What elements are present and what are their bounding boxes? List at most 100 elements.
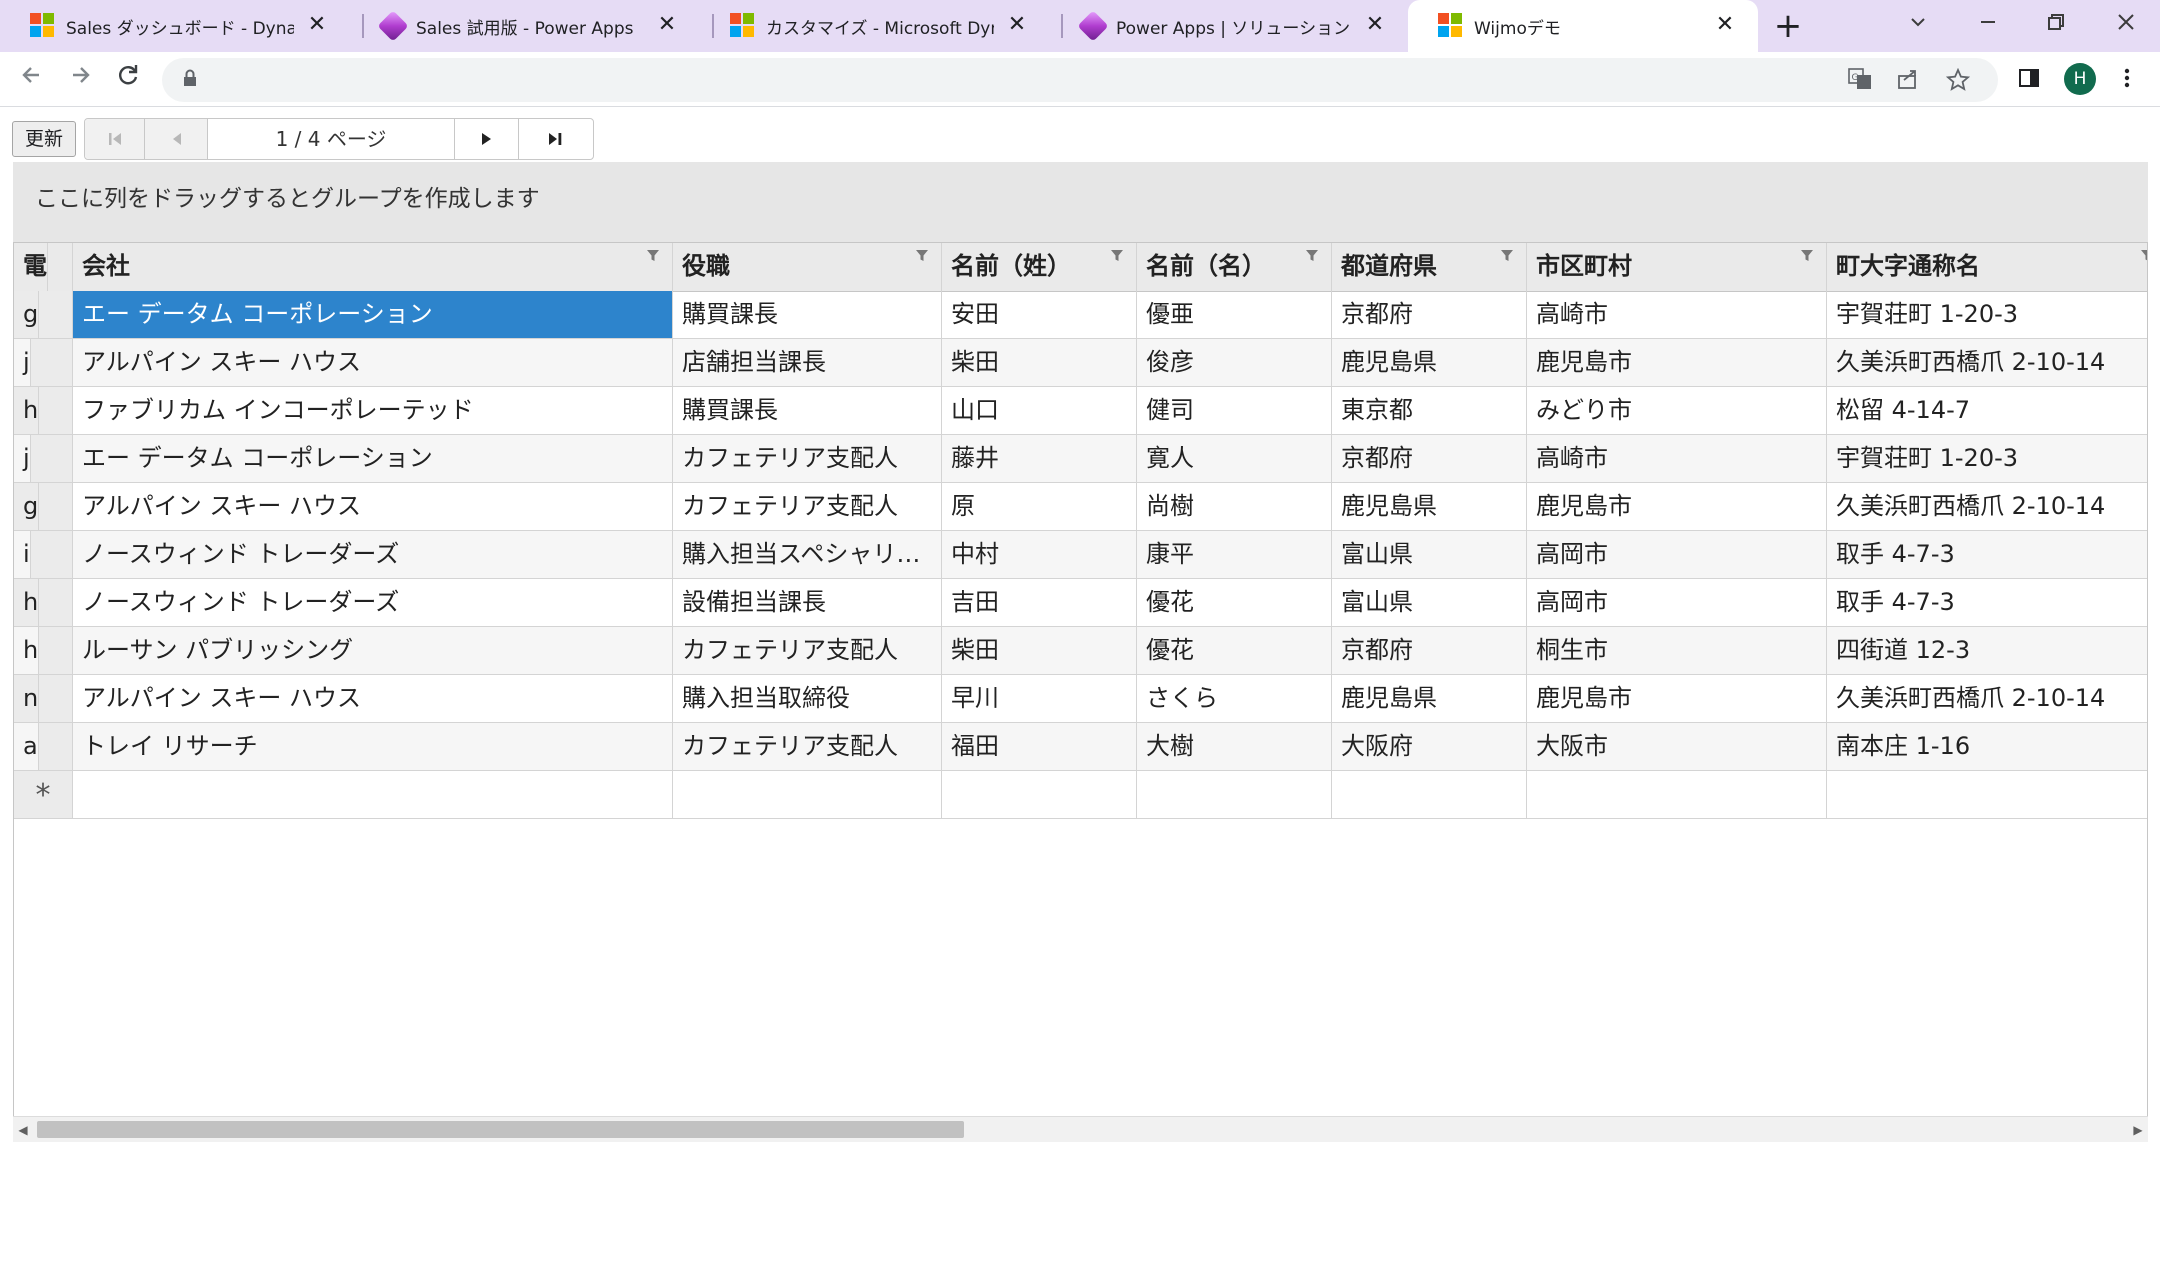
filter-icon[interactable] — [1500, 249, 1514, 263]
column-header[interactable]: 電 — [14, 243, 48, 291]
grid-cell[interactable]: 久美浜町西橋爪 2-10-14 — [1827, 339, 2147, 387]
close-window-icon[interactable] — [2106, 6, 2146, 46]
grid-cell[interactable]: 鹿児島県 — [1332, 483, 1527, 531]
grid-cell[interactable]: 早川 — [942, 675, 1137, 723]
grid-cell[interactable]: 大阪市 — [1527, 723, 1827, 771]
grid-cell[interactable]: 四街道 12-3 — [1827, 627, 2147, 675]
minimize-icon[interactable] — [1968, 6, 2008, 46]
filter-icon[interactable] — [646, 249, 660, 263]
grid-cell[interactable]: 購買課長 — [673, 387, 942, 435]
grid-cell[interactable]: 高岡市 — [1527, 579, 1827, 627]
new-row-cell[interactable] — [73, 771, 673, 819]
new-row-cell[interactable] — [1137, 771, 1332, 819]
refresh-button[interactable]: 更新 — [12, 121, 76, 157]
grid-cell[interactable]: トレイ リサーチ — [73, 723, 673, 771]
grid-cell-selected[interactable]: エー データム コーポレーション — [73, 291, 673, 339]
column-header[interactable]: 名前（姓） — [942, 243, 1137, 291]
grid-cell[interactable]: ノースウィンド トレーダーズ — [73, 579, 673, 627]
grid-cell[interactable]: 安田 — [942, 291, 1137, 339]
grid-cell[interactable]: 鹿児島県 — [1332, 339, 1527, 387]
column-header[interactable]: 会社 — [73, 243, 673, 291]
scrollbar-thumb[interactable] — [37, 1121, 964, 1138]
grid-cell[interactable]: i — [14, 531, 31, 579]
new-row-cell[interactable] — [673, 771, 942, 819]
restore-icon[interactable] — [2036, 6, 2076, 46]
grid-cell[interactable]: 柴田 — [942, 339, 1137, 387]
browser-tab[interactable]: Power Apps | ソリューション - 既定 ✕ — [1050, 0, 1408, 52]
grid-cell[interactable]: アルパイン スキー ハウス — [73, 339, 673, 387]
grid-cell[interactable]: 鹿児島市 — [1527, 339, 1827, 387]
scroll-right-icon[interactable]: ▶ — [2130, 1122, 2146, 1138]
grid-cell[interactable]: アルパイン スキー ハウス — [73, 675, 673, 723]
grid-cell[interactable]: 鹿児島市 — [1527, 483, 1827, 531]
grid-cell[interactable]: 店舗担当課長 — [673, 339, 942, 387]
grid-cell[interactable]: 高崎市 — [1527, 291, 1827, 339]
grid-cell[interactable]: 富山県 — [1332, 579, 1527, 627]
grid-cell[interactable]: みどり市 — [1527, 387, 1827, 435]
back-icon[interactable] — [14, 62, 50, 98]
grid-cell[interactable]: 取手 4-7-3 — [1827, 531, 2147, 579]
grid-cell[interactable]: カフェテリア支配人 — [673, 435, 942, 483]
new-tab-button[interactable]: + — [1770, 8, 1806, 44]
avatar[interactable]: H — [2064, 63, 2096, 95]
reload-icon[interactable] — [110, 62, 146, 98]
grid-cell[interactable]: 購入担当取締役 — [673, 675, 942, 723]
column-header[interactable]: 名前（名） — [1137, 243, 1332, 291]
grid-cell[interactable]: 取手 4-7-3 — [1827, 579, 2147, 627]
grid-cell[interactable]: 俊彦 — [1137, 339, 1332, 387]
grid-cell[interactable]: 久美浜町西橋爪 2-10-14 — [1827, 483, 2147, 531]
table-row[interactable]: ルーサン パブリッシング カフェテリア支配人 柴田 優花 京都府 桐生市 四街道 12-3 h — [14, 627, 2147, 675]
last-page-button[interactable] — [519, 119, 593, 159]
table-row[interactable]: アルパイン スキー ハウス カフェテリア支配人原尚樹 鹿児島県 鹿児島市 久美浜町西橋爪… — [14, 483, 2147, 531]
filter-icon[interactable] — [1110, 249, 1124, 263]
grid-cell[interactable]: 尚樹 — [1137, 483, 1332, 531]
grid-cell[interactable]: 柴田 — [942, 627, 1137, 675]
translate-icon[interactable]: G — [1846, 68, 1874, 92]
filter-icon[interactable] — [2140, 249, 2148, 263]
grid-cell[interactable]: j — [14, 435, 31, 483]
table-row[interactable]: アルパイン スキー ハウス 店舗担当課長 柴田 俊彦 鹿児島県 鹿児島市 久美浜町西橋爪 2… — [14, 339, 2147, 387]
table-row[interactable]: ノースウィンド トレーダーズ 購入担当スペシャリスト 中村 康平 富山県 高岡市 取手 4-… — [14, 531, 2147, 579]
grid-cell[interactable]: 藤井 — [942, 435, 1137, 483]
prev-page-button[interactable] — [145, 119, 207, 159]
grid-cell[interactable]: ルーサン パブリッシング — [73, 627, 673, 675]
browser-tab-active[interactable]: Wijmoデモ ✕ — [1408, 0, 1758, 52]
grid-cell[interactable]: 山口 — [942, 387, 1137, 435]
browser-tab[interactable]: Sales 試用版 - Power Apps ✕ — [350, 0, 700, 52]
tab-search-icon[interactable] — [1898, 6, 1938, 46]
scroll-left-icon[interactable]: ◀ — [15, 1122, 31, 1138]
grid-cell[interactable]: h — [14, 579, 40, 627]
grid-cell[interactable]: カフェテリア支配人 — [673, 723, 942, 771]
grid-cell[interactable]: 中村 — [942, 531, 1137, 579]
filter-icon[interactable] — [915, 249, 929, 263]
grid-cell[interactable]: a — [14, 723, 39, 771]
grid-cell[interactable]: 原 — [942, 483, 1137, 531]
column-header[interactable]: 役職 — [673, 243, 942, 291]
browser-tab[interactable]: Sales ダッシュボード - Dynamics 365 ✕ — [0, 0, 350, 52]
grid-cell[interactable]: 高崎市 — [1527, 435, 1827, 483]
grid-cell[interactable]: 購入担当スペシャリスト — [673, 531, 942, 579]
grid-cell[interactable]: 松留 4-14-7 — [1827, 387, 2147, 435]
browser-tab[interactable]: カスタマイズ - Microsoft Dynamics ✕ — [700, 0, 1050, 52]
grid-cell[interactable]: 京都府 — [1332, 291, 1527, 339]
table-row[interactable]: ファブリカム インコーポレーテッド 購買課長 山口 健司 東京都 みどり市 松留 4-14-… — [14, 387, 2147, 435]
grid-cell[interactable]: h — [14, 387, 40, 435]
close-icon[interactable]: ✕ — [654, 12, 680, 38]
grid-cell[interactable]: g — [14, 291, 40, 339]
grid-cell[interactable]: カフェテリア支配人 — [673, 483, 942, 531]
grid-cell[interactable]: h — [14, 627, 40, 675]
column-header[interactable]: 市区町村 — [1527, 243, 1827, 291]
grid-cell[interactable]: 高岡市 — [1527, 531, 1827, 579]
address-bar[interactable]: G — [162, 58, 1998, 102]
grid-cell[interactable]: 健司 — [1137, 387, 1332, 435]
grid-cell[interactable]: エー データム コーポレーション — [73, 435, 673, 483]
group-panel[interactable]: ここに列をドラッグするとグループを作成します — [13, 162, 2148, 242]
close-icon[interactable]: ✕ — [1712, 12, 1738, 38]
bookmark-star-icon[interactable] — [1944, 67, 1972, 92]
grid-cell[interactable]: 宇賀荘町 1-20-3 — [1827, 435, 2147, 483]
new-row[interactable]: * — [14, 771, 2147, 819]
data-grid[interactable]: 会社 役職 名前（姓） 名前（名） 都道府県 市区町村 町大字通称名 電 エー データム コー… — [13, 242, 2148, 1142]
new-row-cell[interactable] — [1827, 771, 2147, 819]
forward-icon[interactable] — [62, 62, 98, 98]
next-page-button[interactable] — [455, 119, 519, 159]
